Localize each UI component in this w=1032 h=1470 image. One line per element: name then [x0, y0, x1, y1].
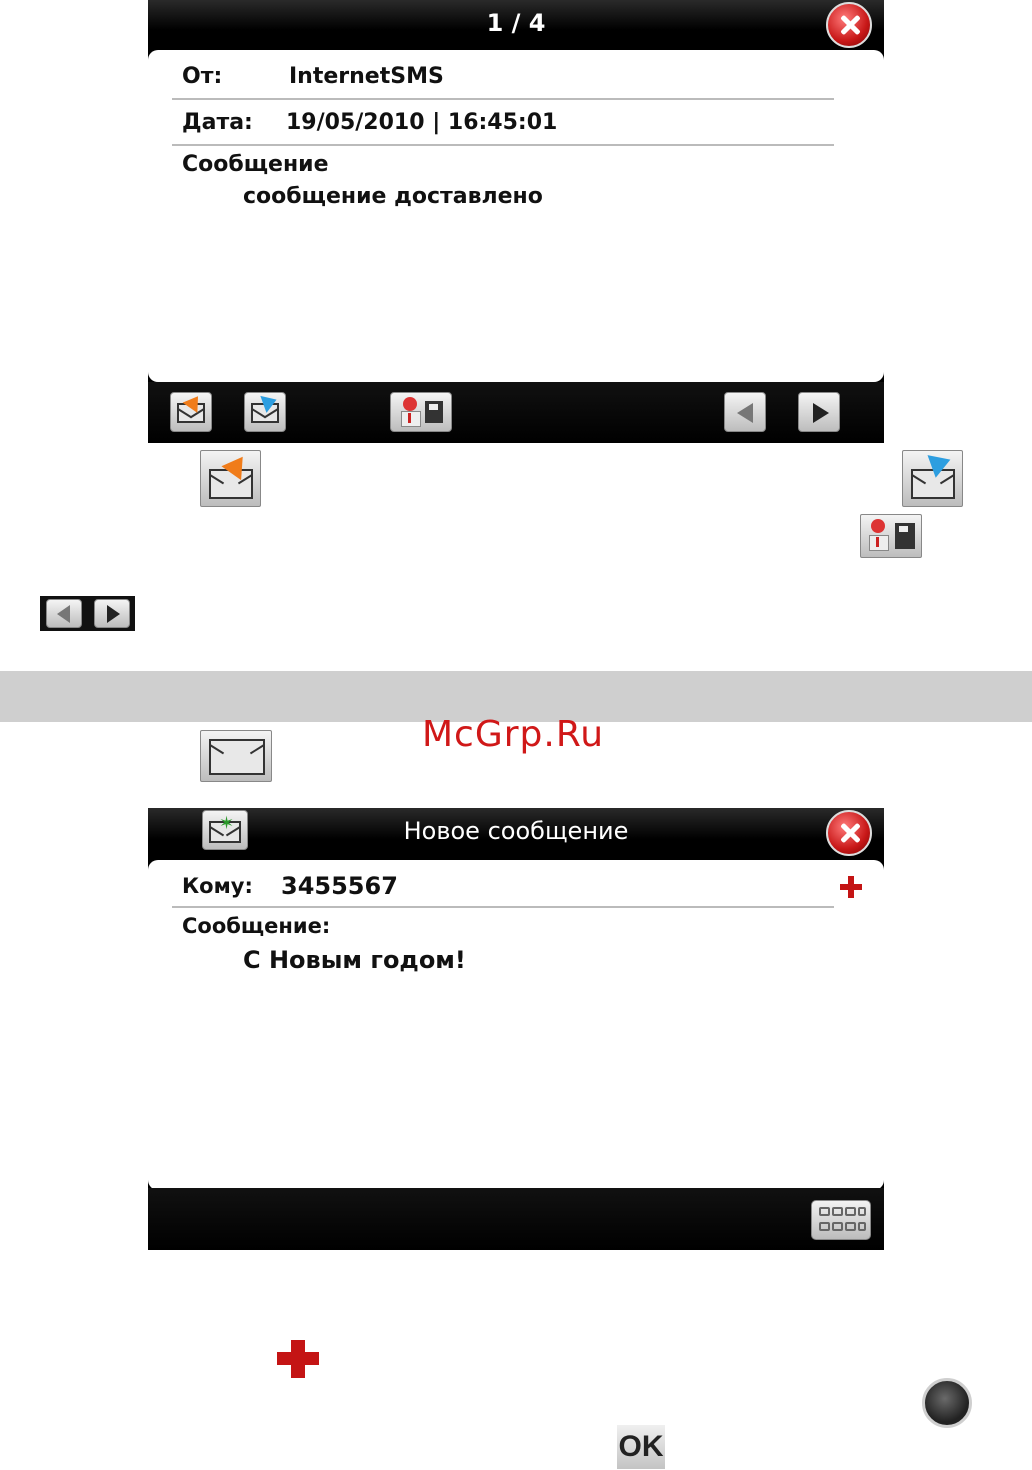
compose-panel: Кому: 3455567 Сообщение: С Новым годом! — [148, 860, 884, 1190]
tie-icon — [408, 413, 411, 423]
new-message-screen: Новое сообщение ✶ Кому: 3455567 Сообщени… — [148, 808, 884, 1250]
floppy-disk-icon — [425, 401, 443, 423]
message-details-panel: От: InternetSMS Дата: 19/05/2010 | 16:45… — [148, 50, 884, 382]
to-value[interactable]: 3455567 — [281, 872, 398, 900]
plus-bar — [277, 1352, 319, 1365]
keyboard-icon — [845, 1207, 856, 1216]
new-message-legend-icon — [200, 730, 272, 782]
message-label: Сообщение: — [182, 914, 331, 938]
message-label: Сообщение — [182, 152, 329, 177]
contact-head-icon — [871, 519, 885, 533]
save-contact-button[interactable] — [390, 392, 452, 432]
add-recipient-icon[interactable] — [840, 876, 862, 898]
message-counter: 1 / 4 — [148, 0, 884, 50]
contact-body-icon — [401, 411, 421, 427]
compose-toolbar — [148, 1188, 884, 1250]
keyboard-icon — [819, 1207, 830, 1216]
keyboard-icon — [832, 1222, 843, 1231]
reply-button[interactable] — [170, 391, 212, 432]
save-contact-legend-icon — [860, 514, 922, 558]
message-text: сообщение доставлено — [243, 184, 543, 209]
keyboard-icon — [858, 1207, 866, 1216]
divider — [172, 144, 834, 146]
message-text[interactable]: С Новым годом! — [243, 946, 466, 974]
previous-legend-icon — [46, 599, 82, 628]
next-icon — [107, 605, 120, 623]
from-label: От: — [182, 64, 223, 89]
divider — [172, 906, 834, 908]
divider — [172, 98, 834, 100]
date-label: Дата: — [182, 110, 253, 135]
previous-button[interactable] — [724, 392, 766, 432]
forward-button[interactable] — [244, 391, 286, 432]
previous-icon — [737, 403, 753, 423]
next-legend-icon — [94, 599, 130, 628]
keyboard-icon — [858, 1222, 866, 1231]
message-toolbar — [148, 382, 884, 443]
contact-head-icon — [403, 397, 417, 411]
envelope-icon — [911, 469, 955, 499]
record-button-icon — [922, 1378, 972, 1428]
watermark: McGrp.Ru — [422, 714, 605, 755]
next-button[interactable] — [798, 392, 840, 432]
reply-legend-icon — [200, 449, 261, 507]
close-icon[interactable] — [826, 2, 872, 48]
from-value: InternetSMS — [289, 64, 444, 89]
keyboard-icon — [819, 1222, 830, 1231]
floppy-disk-icon — [895, 523, 915, 549]
envelope-icon — [209, 739, 265, 775]
keyboard-button[interactable] — [811, 1200, 871, 1240]
tie-icon — [876, 537, 879, 547]
keyboard-icon — [845, 1222, 856, 1231]
to-label: Кому: — [182, 874, 253, 898]
forward-legend-icon — [902, 448, 963, 507]
new-message-icon: ✶ — [202, 810, 248, 850]
keyboard-icon — [832, 1207, 843, 1216]
message-view-screen: 1 / 4 От: InternetSMS Дата: 19/05/2010 |… — [148, 0, 884, 443]
plus-bar — [840, 884, 862, 890]
prev-next-legend — [40, 596, 135, 631]
next-icon — [813, 403, 829, 423]
new-message-title: Новое сообщение — [148, 808, 884, 860]
ok-button-icon: OK — [617, 1425, 665, 1469]
add-recipient-legend-icon — [277, 1340, 319, 1378]
close-icon[interactable] — [826, 810, 872, 856]
star-icon: ✶ — [219, 813, 235, 834]
previous-icon — [57, 605, 70, 623]
contact-body-icon — [869, 535, 889, 551]
date-value: 19/05/2010 | 16:45:01 — [286, 110, 558, 135]
